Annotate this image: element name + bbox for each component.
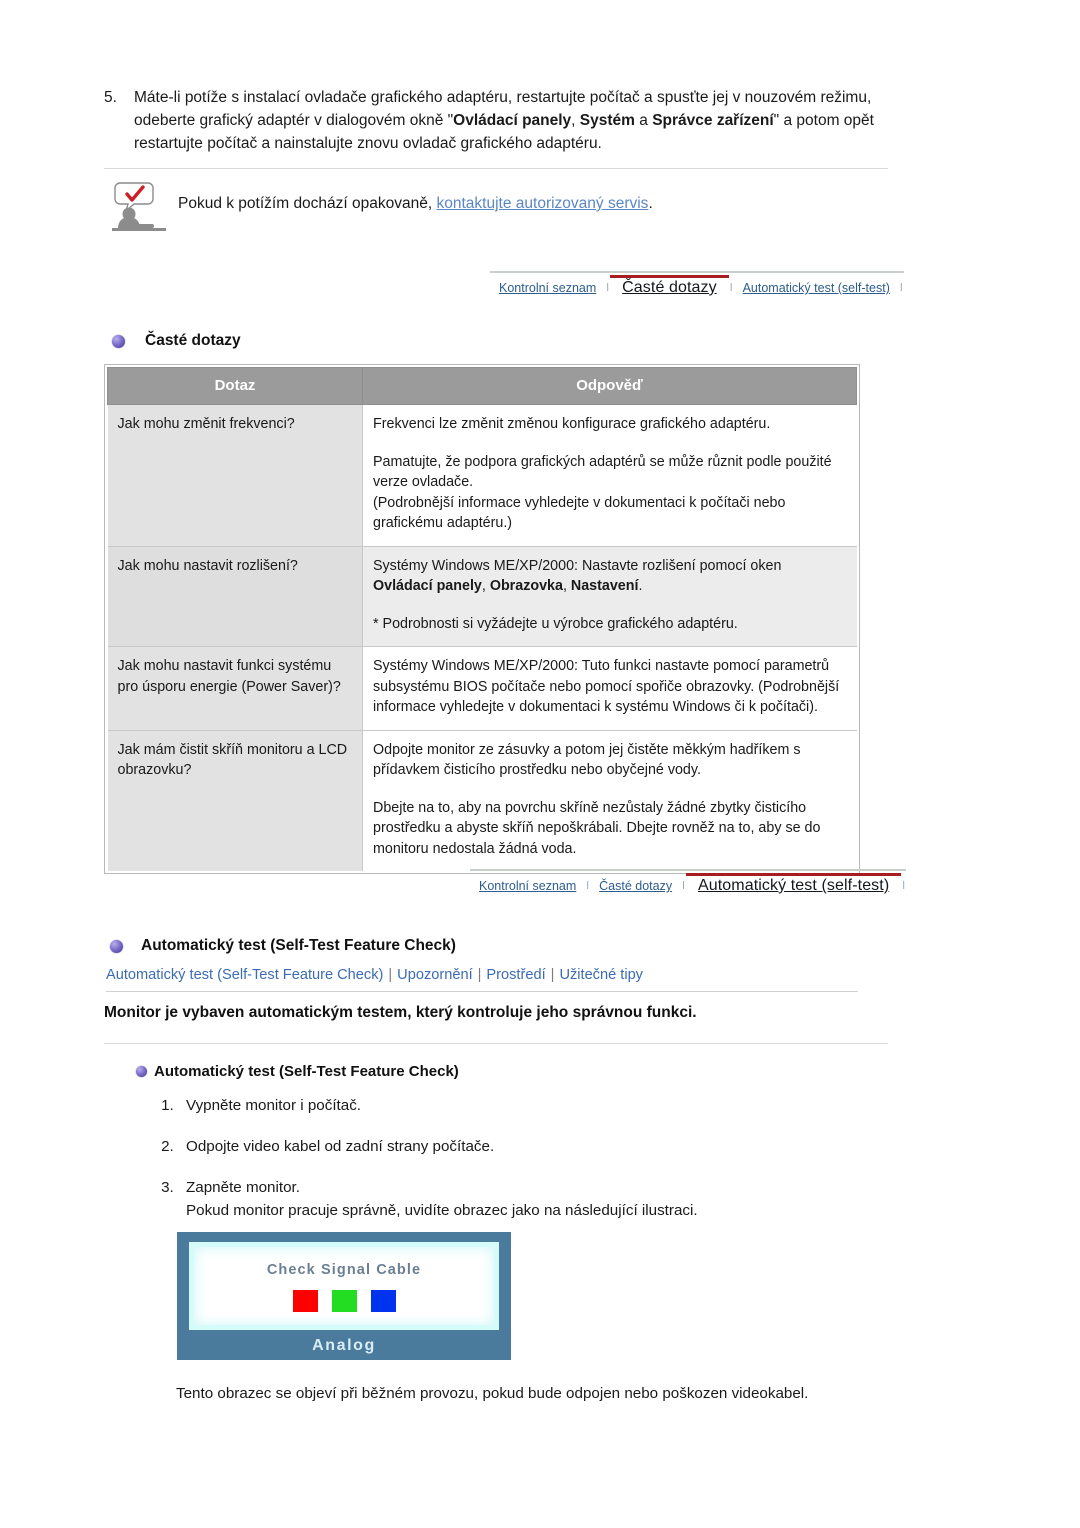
selftest-heading-text: Automatický test (Self-Test Feature Chec…	[141, 937, 456, 954]
body-text: ,	[571, 112, 580, 129]
faq-table-header-row: Dotaz Odpověď	[107, 367, 857, 405]
body-text: Pamatujte, že podpora grafických adaptér…	[373, 453, 832, 491]
faq-question-cell: Jak mohu nastavit rozlišení?	[107, 545, 363, 647]
monitor-illustration: Check Signal Cable Analog	[177, 1232, 511, 1360]
faq-table-row: Jak mohu nastavit rozlišení? Systémy Wind…	[107, 545, 857, 647]
selftest-subnav: Automatický test (Self-Test Feature Chec…	[106, 965, 858, 992]
faq-answer-paragraph: Systémy Windows ME/XP/2000: Nastavte roz…	[373, 556, 845, 597]
selftest-sub-heading: Automatický test (Self-Test Feature Chec…	[136, 1063, 459, 1080]
document-page: 5. Máte-li potíže s instalací ovladače g…	[0, 0, 1080, 1528]
faq-table-row: Jak mám čistit skříň monitoru a LCD obra…	[107, 729, 857, 871]
tip-text-before: Pokud k potížím dochází opakovaně,	[178, 195, 437, 212]
tab-navigation-faq: Kontrolní seznam ǀ Časté dotazy ǀ Automatick…	[490, 271, 904, 301]
emphasis-text: Ovládací panely	[453, 112, 572, 129]
selftest-tab-2[interactable]: Časté dotazy	[590, 873, 681, 899]
selftest-section-heading: Automatický test (Self-Test Feature Chec…	[110, 937, 456, 955]
faq-answer-cell: Odpojte monitor ze zásuvky a potom jej č…	[362, 729, 857, 871]
purple-ball-bullet-icon	[110, 939, 123, 953]
rgb-swatches	[189, 1290, 499, 1312]
divider-rule-top	[104, 168, 888, 169]
faq-tab-3[interactable]: Automatický test (self-test)	[734, 275, 899, 301]
selftest-step-2: Odpojte video kabel od zadní strany počí…	[178, 1135, 878, 1158]
body-text: Frekvenci lze změnit změnou konfigurace …	[373, 416, 771, 432]
purple-ball-bullet-icon	[136, 1066, 147, 1077]
tab-separator: ǀ	[902, 880, 906, 892]
emphasis-text: Nastavení	[570, 578, 639, 594]
emphasis-text: Obrazovka	[489, 578, 563, 594]
body-text: Odpojte monitor ze zásuvky a potom jej č…	[373, 741, 801, 779]
body-text: ,	[562, 578, 571, 594]
faq-answer-cell: Systémy Windows ME/XP/2000: Tuto funkci …	[362, 646, 857, 730]
faq-section-heading: Časté dotazy	[112, 332, 241, 350]
faq-tab-2[interactable]: Časté dotazy	[610, 275, 729, 301]
faq-table: Dotaz Odpověď Jak mohu změnit frekvenci?…	[107, 367, 857, 871]
faq-answer-paragraph: Frekvenci lze změnit změnou konfigurace …	[373, 414, 845, 435]
check-signal-cable-message: Check Signal Cable	[266, 1262, 422, 1278]
body-text: Dbejte na to, aby na povrchu skříně nezů…	[373, 799, 821, 857]
analog-label: Analog	[312, 1337, 376, 1354]
subnav-link-4[interactable]: Užitečné tipy	[559, 967, 643, 983]
selftest-closing-text: Tento obrazec se objeví při běžném provo…	[176, 1385, 809, 1402]
blue-swatch	[370, 1290, 396, 1312]
faq-answer-paragraph: Systémy Windows ME/XP/2000: Tuto funkci …	[373, 656, 845, 718]
faq-question-cell: Jak mám čistit skříň monitoru a LCD obra…	[107, 729, 363, 871]
faq-question-cell: Jak mohu změnit frekvenci?	[107, 404, 363, 546]
subnav-separator: |	[550, 967, 555, 983]
body-text: Systémy Windows ME/XP/2000: Nastavte roz…	[373, 557, 782, 574]
person-with-check-bubble-icon	[104, 180, 178, 232]
tabnav-top-rule	[490, 271, 904, 273]
divider-rule-note	[104, 1043, 888, 1044]
purple-ball-bullet-icon	[112, 334, 125, 348]
selftest-step-3: Zapněte monitor.Pokud monitor pracuje sp…	[178, 1176, 878, 1222]
body-text: Systémy Windows ME/XP/2000: Tuto funkci …	[373, 658, 840, 715]
tabnav-top-rule	[470, 869, 907, 871]
selftest-tab-3[interactable]: Automatický test (self-test)	[685, 873, 902, 899]
faq-answer-paragraph: Pamatujte, že podpora grafických adaptér…	[373, 452, 845, 493]
step-number: 5.	[104, 89, 117, 106]
faq-tab-1[interactable]: Kontrolní seznam	[490, 275, 605, 301]
faq-table-row: Jak mohu nastavit funkci systému pro úsp…	[107, 646, 857, 730]
troubleshoot-step-5: 5. Máte-li potíže s instalací ovladače g…	[104, 86, 894, 155]
subnav-link-1[interactable]: Automatický test (Self-Test Feature Chec…	[106, 967, 383, 983]
body-text: .	[638, 578, 643, 594]
contact-service-link[interactable]: kontaktujte autorizovaný servis	[437, 195, 649, 212]
faq-table-frame: Dotaz Odpověď Jak mohu změnit frekvenci?…	[104, 364, 860, 874]
faq-table-row: Jak mohu změnit frekvenci? Frekvenci lze …	[107, 404, 857, 546]
faq-question-cell: Jak mohu nastavit funkci systému pro úsp…	[107, 646, 363, 730]
tip-text: Pokud k potížím dochází opakovaně, konta…	[178, 180, 653, 215]
subnav-link-3[interactable]: Prostředí	[486, 967, 545, 983]
faq-answer-paragraph: * Podrobnosti si vyžádejte u výrobce gra…	[373, 614, 845, 635]
selftest-sub-heading-text: Automatický test (Self-Test Feature Chec…	[154, 1063, 459, 1080]
body-text: (Podrobnější informace vyhledejte v doku…	[373, 494, 786, 532]
faq-answer-cell: Frekvenci lze změnit změnou konfigurace …	[362, 404, 857, 546]
tip-row: Pokud k potížím dochází opakovaně, konta…	[104, 180, 894, 232]
green-swatch	[331, 1290, 357, 1312]
faq-col-header-question: Dotaz	[107, 367, 363, 405]
faq-answer-paragraph: (Podrobnější informace vyhledejte v doku…	[373, 493, 845, 534]
selftest-tab-1[interactable]: Kontrolní seznam	[470, 873, 585, 899]
faq-heading-text: Časté dotazy	[145, 332, 241, 349]
faq-col-header-answer: Odpověď	[362, 367, 857, 405]
red-swatch	[292, 1290, 318, 1312]
body-text: ,	[481, 578, 490, 594]
monitor-screen: Check Signal Cable	[189, 1242, 499, 1330]
selftest-step-1: Vypněte monitor i počítač.	[178, 1094, 878, 1117]
subnav-separator: |	[477, 967, 482, 983]
faq-answer-paragraph: Odpojte monitor ze zásuvky a potom jej č…	[373, 740, 845, 781]
selftest-steps-list: Vypněte monitor i počítač. Odpojte video …	[150, 1094, 878, 1222]
body-text: * Podrobnosti si vyžádejte u výrobce gra…	[373, 615, 738, 632]
faq-answer-paragraph: Dbejte na to, aby na povrchu skříně nezů…	[373, 798, 845, 860]
tip-text-after: .	[648, 195, 653, 212]
selftest-bold-note: Monitor je vybaven automatickým testem, …	[104, 1004, 697, 1021]
tab-separator: ǀ	[899, 282, 903, 294]
emphasis-text: Správce zařízení	[652, 112, 774, 129]
tab-navigation-selftest: Kontrolní seznam ǀ Časté dotazy ǀ Automatick…	[470, 869, 907, 899]
body-text: a	[634, 112, 653, 129]
faq-answer-cell: Systémy Windows ME/XP/2000: Nastavte roz…	[362, 545, 857, 647]
subnav-link-2[interactable]: Upozornění	[397, 967, 472, 983]
emphasis-text: Systém	[579, 112, 635, 129]
emphasis-text: Ovládací panely	[373, 578, 482, 594]
subnav-separator: |	[388, 967, 393, 983]
step-text: Máte-li potíže s instalací ovladače graf…	[134, 86, 894, 155]
